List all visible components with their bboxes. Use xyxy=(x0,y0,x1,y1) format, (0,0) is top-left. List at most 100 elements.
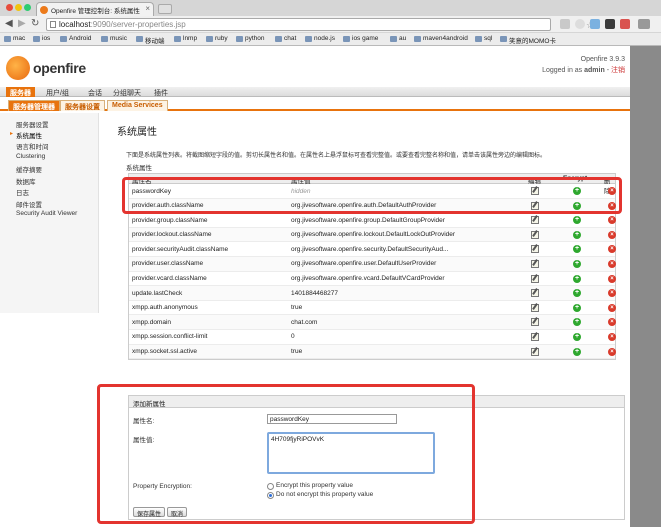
encrypt-icon[interactable]: + xyxy=(573,245,581,254)
table-row: provider.lockout.className org.jivesoftwa… xyxy=(129,227,616,243)
edit-icon[interactable] xyxy=(531,318,539,327)
sidebar-item-language-time[interactable]: 语言和时间 xyxy=(16,141,49,151)
delete-icon[interactable]: × xyxy=(608,245,616,254)
encrypt-icon[interactable]: + xyxy=(573,216,581,225)
tab-group-chat[interactable]: 分组聊天 xyxy=(113,87,141,97)
encrypt-icon[interactable]: + xyxy=(573,259,581,268)
new-tab-button[interactable] xyxy=(158,4,172,14)
property-value: true xyxy=(291,304,303,312)
edit-icon[interactable] xyxy=(531,216,539,225)
sidebar-item-server-settings[interactable]: 服务器设置 xyxy=(16,119,49,129)
reload-icon[interactable]: ↻ xyxy=(31,18,39,29)
browser-tab[interactable]: Openfire 管理控制台: 系统属性 × xyxy=(36,2,154,16)
edit-icon[interactable] xyxy=(531,289,539,298)
encrypt-icon[interactable]: + xyxy=(573,274,581,283)
bookmark-item[interactable]: sql xyxy=(475,35,492,42)
delete-icon[interactable]: × xyxy=(608,216,616,225)
sidebar-item-cache-summary[interactable]: 缓存摘要 xyxy=(16,164,42,174)
edit-icon[interactable] xyxy=(531,347,539,356)
forward-icon[interactable]: ▶ xyxy=(18,18,26,29)
encrypt-icon[interactable]: + xyxy=(573,303,581,312)
close-tab-icon[interactable]: × xyxy=(145,4,150,13)
extension-icon[interactable] xyxy=(575,19,585,29)
bookmark-item[interactable]: python xyxy=(236,35,265,42)
table-row: provider.user.className org.jivesoftware.… xyxy=(129,256,616,272)
sidebar-item-security-audit[interactable]: Security Audit Viewer xyxy=(16,210,77,217)
bookmark-item[interactable]: music xyxy=(101,35,127,42)
property-value: chat.com xyxy=(291,318,318,326)
extension-icon[interactable] xyxy=(605,19,615,29)
bookmarks-bar: mac ios Android music 移动端 lnmp ruby pyth… xyxy=(0,33,661,46)
extension-icon[interactable] xyxy=(560,19,570,29)
delete-icon[interactable]: × xyxy=(608,318,616,327)
menu-icon[interactable] xyxy=(638,19,650,29)
sidebar-item-email-settings[interactable]: 邮件设置 xyxy=(16,199,42,209)
delete-icon[interactable]: × xyxy=(608,274,616,283)
property-value: org.jivesoftware.openfire.user.DefaultUs… xyxy=(291,260,437,268)
property-name: xmpp.domain xyxy=(132,318,172,326)
property-value: true xyxy=(291,348,303,356)
edit-icon[interactable] xyxy=(531,274,539,283)
property-name: provider.lockout.className xyxy=(132,231,212,239)
property-name: xmpp.session.conflict-limit xyxy=(132,333,208,341)
bookmark-item[interactable]: ios game xyxy=(343,35,378,42)
tab-server[interactable]: 服务器 xyxy=(6,87,35,97)
property-name: xmpp.socket.ssl.active xyxy=(132,348,198,356)
subtab-server-settings[interactable]: 服务器设置 xyxy=(60,100,105,111)
edit-icon[interactable] xyxy=(531,230,539,239)
bookmark-item[interactable]: chat xyxy=(275,35,296,42)
bookmark-item[interactable]: Android xyxy=(60,35,91,42)
openfire-logo-icon xyxy=(6,56,30,80)
bookmark-item[interactable]: maven4android xyxy=(414,35,468,42)
table-row: provider.vcard.className org.jivesoftware… xyxy=(129,272,616,287)
edit-icon[interactable] xyxy=(531,332,539,341)
encrypt-icon[interactable]: + xyxy=(573,289,581,298)
delete-icon[interactable]: × xyxy=(608,347,616,356)
page-description: 下面是系统属性列表。将截图缩短字段的值。剪切长属性名和值。在属性名上悬浮鼠标可查… xyxy=(126,153,547,159)
tab-strip: Openfire 管理控制台: 系统属性 × xyxy=(0,0,661,16)
delete-icon[interactable]: × xyxy=(608,303,616,312)
edit-icon[interactable] xyxy=(531,245,539,254)
sidebar-item-database[interactable]: 数据库 xyxy=(16,176,36,186)
scrollbar[interactable] xyxy=(630,46,661,527)
bookmark-item[interactable]: 移动端 xyxy=(136,35,165,45)
extension-icon[interactable] xyxy=(590,19,600,29)
zoom-window-button[interactable] xyxy=(24,4,31,11)
extension-icon[interactable] xyxy=(620,19,630,29)
tab-plugins[interactable]: 插件 xyxy=(154,87,168,97)
encrypt-icon[interactable]: + xyxy=(573,318,581,327)
page-icon xyxy=(50,21,56,28)
property-name: provider.user.className xyxy=(132,260,204,268)
delete-icon[interactable]: × xyxy=(608,332,616,341)
bookmark-item[interactable]: 笑意的MOMO卡 xyxy=(500,35,556,45)
tab-sessions[interactable]: 会话 xyxy=(88,87,102,97)
encrypt-icon[interactable]: + xyxy=(573,230,581,239)
bookmark-item[interactable]: ruby xyxy=(206,35,228,42)
sidebar-item-logs[interactable]: 日志 xyxy=(16,187,29,197)
minimize-window-button[interactable] xyxy=(15,4,22,11)
bookmark-item[interactable]: node.js xyxy=(305,35,335,42)
bookmark-item[interactable]: au xyxy=(390,35,406,42)
bookmark-item[interactable]: lnmp xyxy=(174,35,197,42)
table-row: xmpp.socket.ssl.active true + × xyxy=(129,344,616,360)
bookmark-item[interactable]: ios xyxy=(33,35,50,42)
close-window-button[interactable] xyxy=(6,4,13,11)
edit-icon[interactable] xyxy=(531,303,539,312)
sidebar-item-clustering[interactable]: Clustering xyxy=(16,153,45,160)
encrypt-icon[interactable]: + xyxy=(573,332,581,341)
encrypt-icon[interactable]: + xyxy=(573,347,581,356)
bookmark-item[interactable]: mac xyxy=(4,35,25,42)
delete-icon[interactable]: × xyxy=(608,230,616,239)
address-bar[interactable]: localhost:9090/server-properties.jsp ☆ xyxy=(46,18,594,31)
logout-link[interactable]: 注销 xyxy=(611,67,625,74)
section-label: 系统属性 xyxy=(126,165,152,172)
tab-users-groups[interactable]: 用户/组 xyxy=(46,87,69,97)
delete-icon[interactable]: × xyxy=(608,289,616,298)
edit-icon[interactable] xyxy=(531,259,539,268)
sidebar-item-system-properties[interactable]: 系统属性 xyxy=(10,130,42,140)
subtab-media-services[interactable]: Media Services xyxy=(107,100,168,111)
property-name: xmpp.auth.anonymous xyxy=(132,304,198,312)
back-icon[interactable]: ◀ xyxy=(5,18,13,29)
subtab-server-manager[interactable]: 服务器管理器 xyxy=(8,100,60,111)
delete-icon[interactable]: × xyxy=(608,259,616,268)
